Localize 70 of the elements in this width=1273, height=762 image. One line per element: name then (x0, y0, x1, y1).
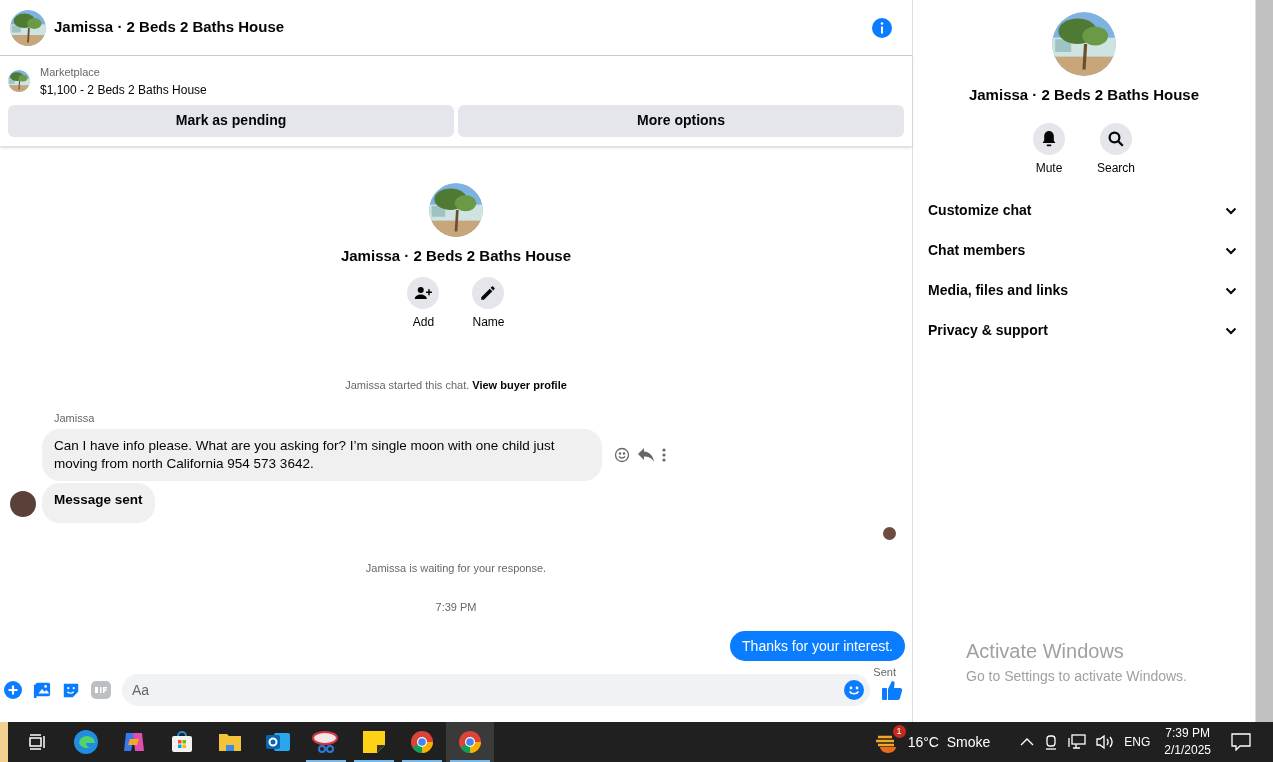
sent-status: Sent (873, 665, 896, 680)
add-person-icon (414, 284, 433, 302)
emoji-icon[interactable] (844, 680, 864, 700)
notification-badge: 1 (892, 725, 906, 738)
chevron-down-icon (1225, 326, 1237, 335)
chat-started-notice: Jamissa started this chat. (345, 378, 470, 393)
mail-app-icon (265, 730, 291, 754)
listing-title: $1,100 - 2 Beds 2 Baths House (40, 81, 207, 99)
details-title: Jamissa · 2 Beds 2 Baths House (968, 85, 1200, 105)
bell-icon (1041, 129, 1057, 148)
thumbs-up-icon[interactable] (881, 679, 903, 701)
section-header[interactable]: Privacy & support (913, 310, 1255, 351)
weather-text: 16°C Smoke (907, 732, 991, 752)
waiting-notice: Jamissa is waiting for your response. (365, 561, 547, 576)
action-label: Name (472, 314, 505, 331)
listing-source: Marketplace (40, 65, 101, 80)
message-bubble: Can I have info please. What are you asking for? I’m single moon with one child just moving from north California 954 573 3642. (42, 429, 602, 481)
action-label: Add (412, 314, 435, 331)
info-icon[interactable] (872, 17, 892, 38)
chrome-icon (410, 730, 434, 754)
language-indicator[interactable]: ENG (1124, 733, 1151, 751)
chevron-down-icon (1225, 246, 1237, 255)
browser-icon (73, 729, 99, 755)
section-header[interactable]: Chat members (913, 230, 1255, 271)
store-bag-icon (170, 730, 194, 754)
chevron-up-icon[interactable] (1020, 737, 1035, 747)
network-icon[interactable] (1068, 734, 1087, 750)
sticker-icon[interactable] (62, 681, 80, 699)
activation-subtitle: Go to Settings to activate Windows. (966, 667, 1187, 686)
add-action-button[interactable] (407, 277, 440, 309)
folder-icon (218, 731, 242, 753)
section-header[interactable]: Customize chat (913, 190, 1255, 231)
name-action-button[interactable] (472, 277, 505, 309)
message-bubble: Message sent (42, 483, 155, 523)
mute-button[interactable] (1033, 122, 1065, 155)
message-field[interactable]: Aa (122, 674, 870, 706)
action-label: Search (1097, 159, 1135, 177)
chevron-down-icon (1225, 206, 1237, 215)
sticky-note-icon (363, 731, 385, 753)
search-icon (1107, 129, 1125, 148)
camera-icon[interactable] (1044, 733, 1059, 751)
activation-title: Activate Windows (966, 639, 1125, 664)
plus-icon[interactable] (4, 681, 22, 699)
message-bubble: Thanks for your interest. (730, 631, 905, 661)
more-icon[interactable] (662, 448, 666, 462)
task-view-icon (29, 734, 47, 750)
search-button[interactable] (1100, 122, 1132, 155)
chat-title: Jamissa · 2 Beds 2 Baths House (54, 17, 286, 38)
scrollbar[interactable] (1255, 0, 1273, 722)
sender-name: Jamissa (54, 410, 96, 426)
chrome-icon (458, 730, 482, 754)
photo-icon[interactable] (33, 681, 51, 699)
volume-icon[interactable] (1096, 734, 1115, 750)
action-label: Mute (1035, 159, 1063, 177)
pencil-icon (479, 284, 498, 302)
scissors-icon (312, 730, 340, 754)
mark-pending-button[interactable]: Mark as pending (8, 104, 454, 137)
reply-icon[interactable] (638, 448, 654, 462)
timestamp: 7:39 PM (435, 599, 477, 615)
buyer-profile-link[interactable]: View buyer profile (472, 377, 567, 394)
clock[interactable]: 7:39 PM 2/1/2025 (1164, 725, 1211, 759)
smiley-icon[interactable] (614, 447, 630, 463)
avatar (10, 491, 36, 517)
conversation-title: Jamissa · 2 Beds 2 Baths House (340, 245, 572, 266)
section-header[interactable]: Media, files and links (913, 270, 1255, 311)
taskbar-app[interactable] (446, 722, 494, 762)
read-receipt-avatar (883, 527, 896, 540)
more-options-button[interactable]: More options (458, 104, 904, 137)
notifications-icon[interactable] (1231, 733, 1251, 751)
chevron-down-icon (1225, 286, 1237, 295)
